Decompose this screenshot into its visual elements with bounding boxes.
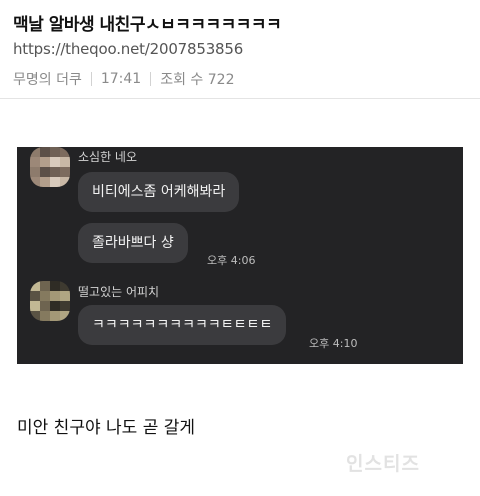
- post-body-text: 미안 친구야 나도 곧 갈게: [17, 418, 196, 438]
- sender-name: 떨고있는 어피치: [78, 285, 160, 299]
- sender-name: 소심한 네오: [78, 150, 138, 164]
- author-name[interactable]: 무명의 더쿠: [13, 69, 82, 89]
- post-title: 맥날 알바생 내친구ㅅㅂㅋㅋㅋㅋㅋㅋㅋ: [13, 15, 282, 35]
- message-time: 오후 4:10: [309, 337, 358, 350]
- post-meta: 무명의 더쿠 17:41 조회 수 722: [13, 69, 234, 89]
- chat-bubble: ㅋㅋㅋㅋㅋㅋㅋㅋㅋㅋㅌㅌㅌㅌ: [78, 305, 287, 345]
- chat-bubble: 졸라바쁘다 샹: [78, 223, 188, 263]
- view-count: 조회 수 722: [160, 72, 235, 88]
- sender-avatar-blurred: [30, 147, 70, 187]
- chat-screenshot: 소심한 네오 비티에스좀 어케해봐라 졸라바쁘다 샹 오후 4:06 떨고있는 …: [17, 147, 463, 364]
- meta-divider: [150, 72, 152, 86]
- post-url-link[interactable]: https://theqoo.net/2007853856: [13, 40, 243, 58]
- sender-avatar-blurred: [30, 281, 70, 321]
- message-time: 오후 4:06: [207, 254, 256, 267]
- post-time: 17:41: [100, 71, 142, 87]
- meta-divider: [90, 72, 92, 86]
- watermark: 인스티즈: [346, 453, 420, 475]
- chat-bubble: 비티에스좀 어케해봐라: [78, 172, 240, 212]
- header-divider: [0, 98, 480, 99]
